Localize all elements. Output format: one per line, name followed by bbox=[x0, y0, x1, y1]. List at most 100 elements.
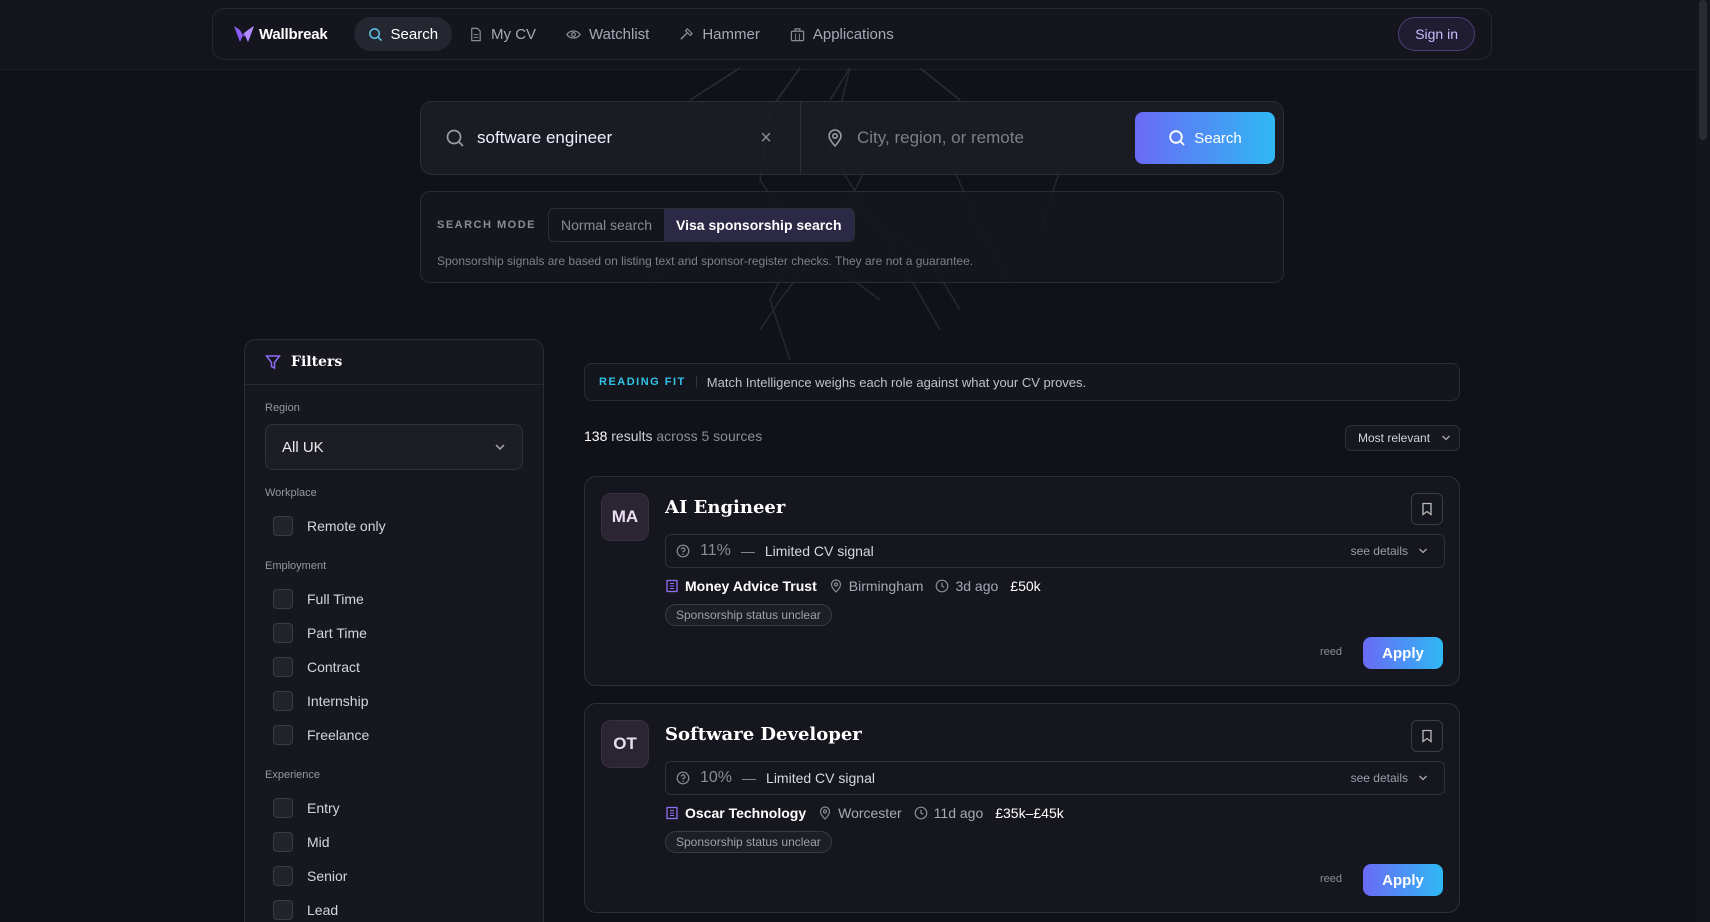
search-mode-toggle: Normal search Visa sponsorship search bbox=[548, 208, 855, 242]
eye-icon bbox=[566, 29, 581, 39]
filter-senior[interactable]: Senior bbox=[265, 859, 523, 893]
checkbox[interactable] bbox=[273, 691, 293, 711]
job-location: Worcester bbox=[838, 805, 902, 821]
company-name: Money Advice Trust bbox=[685, 578, 817, 594]
posted-age: 11d ago bbox=[933, 805, 984, 821]
filter-part-time[interactable]: Part Time bbox=[265, 616, 523, 650]
briefcase-icon bbox=[790, 27, 805, 41]
sign-in-button[interactable]: Sign in bbox=[1398, 17, 1475, 51]
normal-search-option[interactable]: Normal search bbox=[549, 209, 664, 241]
checkbox[interactable] bbox=[273, 657, 293, 677]
region-select-value: All UK bbox=[282, 438, 324, 456]
top-navigation: Wallbreak Search My CV Watchlist Hammer … bbox=[212, 8, 1492, 60]
checkbox-label: Internship bbox=[307, 693, 369, 709]
filter-lead[interactable]: Lead bbox=[265, 893, 523, 922]
bookmark-button[interactable] bbox=[1411, 720, 1443, 752]
checkbox-label: Entry bbox=[307, 800, 340, 816]
keyword-search-field[interactable]: software engineer × bbox=[421, 102, 801, 174]
clock-icon bbox=[914, 806, 928, 820]
location-search-field[interactable]: City, region, or remote bbox=[801, 102, 1135, 174]
job-title[interactable]: Software Developer bbox=[665, 724, 862, 745]
page-scrollbar[interactable] bbox=[1696, 0, 1710, 922]
job-source: reed bbox=[1319, 873, 1342, 885]
search-button[interactable]: Search bbox=[1135, 112, 1275, 164]
results-count: 138 results across 5 sources bbox=[584, 428, 762, 444]
checkbox-label: Freelance bbox=[307, 727, 370, 743]
nav-hammer-label: Hammer bbox=[702, 25, 760, 43]
job-card[interactable]: OT Software Developer 10% — Limited CV s… bbox=[584, 703, 1460, 913]
filter-mid[interactable]: Mid bbox=[265, 825, 523, 859]
filter-full-time[interactable]: Full Time bbox=[265, 582, 523, 616]
job-card[interactable]: MA AI Engineer 11% — Limited CV signal s… bbox=[584, 476, 1460, 686]
location-info: Birmingham bbox=[829, 578, 924, 594]
filter-entry[interactable]: Entry bbox=[265, 791, 523, 825]
see-details-toggle[interactable]: see details bbox=[1351, 771, 1428, 785]
clock-icon bbox=[936, 579, 949, 593]
nav-search-label: Search bbox=[390, 25, 439, 43]
filter-freelance[interactable]: Freelance bbox=[265, 718, 523, 752]
filter-icon bbox=[265, 355, 281, 370]
checkbox[interactable] bbox=[273, 623, 293, 643]
search-icon bbox=[446, 129, 464, 147]
document-icon bbox=[471, 27, 481, 41]
match-signal-label: Limited CV signal bbox=[766, 770, 875, 786]
region-select[interactable]: All UK bbox=[265, 424, 523, 470]
filter-internship[interactable]: Internship bbox=[265, 684, 523, 718]
cv-match-signal[interactable]: 11% — Limited CV signal see details bbox=[665, 534, 1445, 568]
checkbox[interactable] bbox=[273, 725, 293, 745]
checkbox[interactable] bbox=[273, 900, 293, 920]
job-title[interactable]: AI Engineer bbox=[665, 497, 785, 518]
match-percentage: 10% bbox=[700, 769, 733, 786]
search-mode-label: SEARCH MODE bbox=[437, 219, 537, 231]
scrollbar-thumb[interactable] bbox=[1699, 0, 1707, 140]
checkbox[interactable] bbox=[273, 516, 293, 536]
search-icon bbox=[368, 27, 382, 41]
filters-header: Filters bbox=[245, 340, 543, 385]
sponsorship-badge: Sponsorship status unclear bbox=[665, 604, 832, 626]
cv-match-signal[interactable]: 10% — Limited CV signal see details bbox=[665, 761, 1445, 795]
job-source: reed bbox=[1319, 646, 1342, 658]
location-info: Worcester bbox=[818, 805, 902, 821]
filters-panel: Filters Region All UK Workplace Remote o… bbox=[244, 339, 544, 922]
nav-search[interactable]: Search bbox=[353, 17, 453, 51]
checkbox[interactable] bbox=[273, 589, 293, 609]
visa-sponsorship-search-option[interactable]: Visa sponsorship search bbox=[664, 209, 854, 241]
job-meta: Money Advice Trust Birmingham 3d ago £50… bbox=[665, 578, 1041, 594]
checkbox[interactable] bbox=[273, 798, 293, 818]
checkbox-label: Part Time bbox=[307, 625, 367, 641]
posted-info: 11d ago bbox=[914, 805, 984, 821]
match-signal-label: Limited CV signal bbox=[764, 543, 874, 559]
search-icon bbox=[1169, 130, 1185, 146]
nav-watchlist[interactable]: Watchlist bbox=[552, 17, 663, 51]
clear-query-icon[interactable]: × bbox=[756, 128, 776, 148]
nav-applications[interactable]: Applications bbox=[776, 17, 908, 51]
filter-remote-only[interactable]: Remote only bbox=[265, 509, 523, 543]
brand-logo[interactable]: Wallbreak bbox=[233, 24, 328, 44]
location-input-placeholder[interactable]: City, region, or remote bbox=[857, 128, 1024, 148]
sponsorship-disclaimer: Sponsorship signals are based on listing… bbox=[437, 254, 974, 268]
map-pin-icon bbox=[820, 806, 831, 820]
bookmark-button[interactable] bbox=[1411, 493, 1443, 525]
help-circle-icon bbox=[676, 771, 690, 785]
apply-button[interactable]: Apply bbox=[1363, 864, 1443, 896]
checkbox-label: Senior bbox=[307, 868, 348, 884]
hammer-icon bbox=[680, 27, 694, 40]
checkbox[interactable] bbox=[273, 866, 293, 886]
keyword-input-value[interactable]: software engineer bbox=[477, 128, 612, 148]
posted-info: 3d ago bbox=[935, 578, 998, 594]
results-word: results bbox=[611, 428, 653, 444]
chevron-down-icon bbox=[1442, 435, 1450, 441]
nav-my-cv[interactable]: My CV bbox=[454, 17, 550, 51]
sort-select[interactable]: Most relevant bbox=[1345, 425, 1460, 451]
checkbox[interactable] bbox=[273, 832, 293, 852]
checkbox-label: Full Time bbox=[307, 591, 364, 607]
see-details-toggle[interactable]: see details bbox=[1351, 544, 1428, 558]
checkbox-label: Contract bbox=[307, 659, 360, 675]
search-button-label: Search bbox=[1194, 129, 1242, 147]
job-location: Birmingham bbox=[848, 578, 924, 594]
brand-name: Wallbreak bbox=[259, 25, 328, 43]
nav-hammer[interactable]: Hammer bbox=[665, 17, 774, 51]
results-number: 138 bbox=[584, 428, 608, 444]
filter-contract[interactable]: Contract bbox=[265, 650, 523, 684]
apply-button[interactable]: Apply bbox=[1363, 637, 1443, 669]
